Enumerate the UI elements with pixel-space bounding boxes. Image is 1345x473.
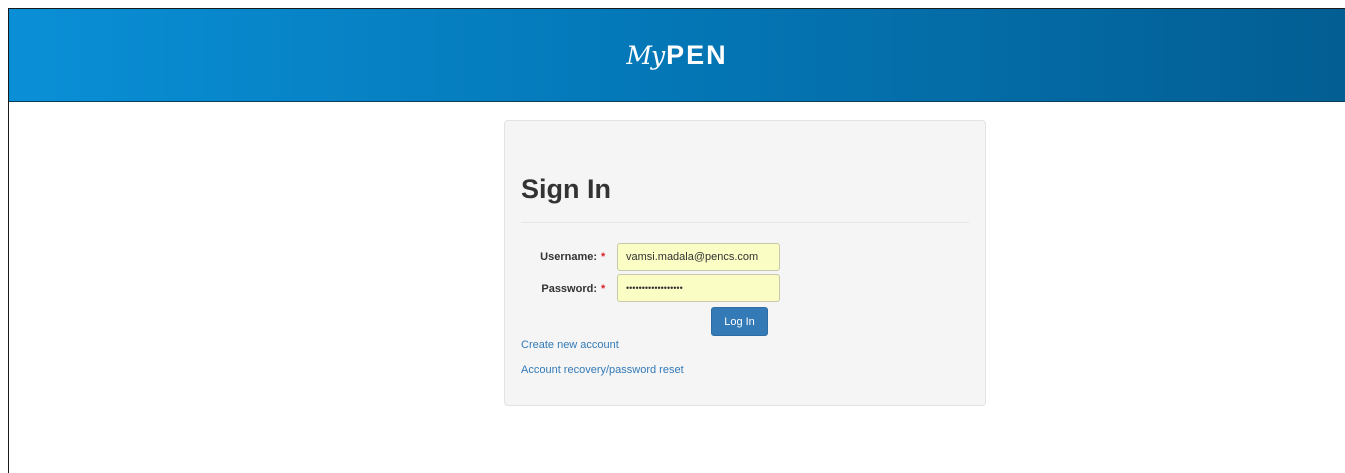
- username-label: Username:: [540, 251, 597, 263]
- log-in-button[interactable]: Log In: [711, 307, 768, 336]
- site-header: My PEN: [9, 9, 1345, 102]
- title-divider: [521, 222, 969, 223]
- password-label: Password:: [541, 283, 597, 295]
- page-title: Sign In: [521, 174, 611, 204]
- account-recovery-link[interactable]: Account recovery/password reset: [521, 364, 684, 376]
- sign-in-panel: Sign In Username: * Password: * Log In C…: [504, 120, 986, 406]
- page-frame: MyPEN Sign In Username: * Password: * Lo…: [8, 8, 1345, 473]
- username-required-mark: *: [601, 251, 606, 263]
- password-input[interactable]: [617, 274, 780, 302]
- logo-my-text: My: [626, 40, 665, 70]
- username-input[interactable]: [617, 243, 780, 271]
- create-account-link[interactable]: Create new account: [521, 339, 619, 351]
- mypen-logo[interactable]: My PEN: [9, 9, 1345, 101]
- logo-pen-text: PEN: [666, 39, 728, 70]
- password-required-mark: *: [601, 283, 606, 295]
